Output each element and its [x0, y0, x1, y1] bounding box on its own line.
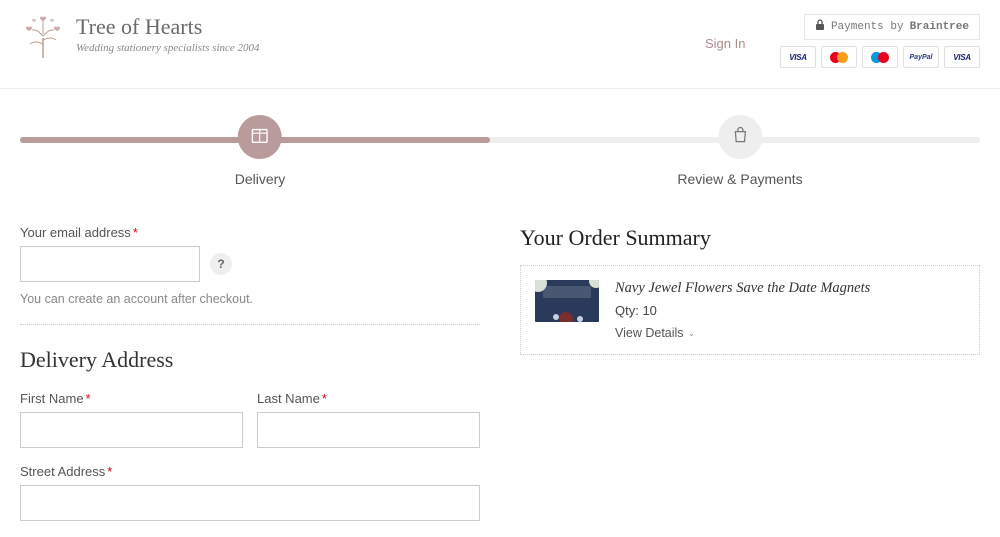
paypal-icon: PayPal: [903, 46, 939, 68]
view-details-toggle[interactable]: View Details ⌄: [615, 326, 870, 340]
email-field-group: Your email address* ? You can create an …: [20, 225, 480, 306]
brand-title: Tree of Hearts: [76, 14, 260, 40]
email-input[interactable]: [20, 246, 200, 282]
step-label: Delivery: [235, 171, 286, 187]
required-mark: *: [107, 464, 112, 479]
checkout-form: Your email address* ? You can create an …: [20, 225, 480, 537]
payment-card-logos: VISA PayPal VISA: [780, 46, 980, 68]
braintree-prefix: Payments by: [831, 21, 904, 33]
mastercard-icon: [821, 46, 857, 68]
last-name-input[interactable]: [257, 412, 480, 448]
logo-icon: [20, 14, 66, 60]
required-mark: *: [322, 391, 327, 406]
main-content: Your email address* ? You can create an …: [0, 197, 1000, 537]
street-address-label: Street Address*: [20, 464, 480, 479]
first-name-input[interactable]: [20, 412, 243, 448]
product-name: Navy Jewel Flowers Save the Date Magnets: [615, 280, 870, 297]
section-divider: [20, 324, 480, 325]
box-icon: [249, 124, 271, 151]
order-summary-title: Your Order Summary: [520, 225, 980, 251]
maestro-icon: [862, 46, 898, 68]
email-label: Your email address*: [20, 225, 480, 240]
checkout-progress: Delivery Review & Payments: [20, 127, 980, 197]
required-mark: *: [86, 391, 91, 406]
braintree-name: Braintree: [910, 21, 969, 33]
sign-in-link[interactable]: Sign In: [705, 36, 745, 51]
payments-by-braintree-badge: Payments by Braintree: [804, 14, 980, 40]
street-address-group: Street Address*: [20, 464, 480, 521]
header-right: Payments by Braintree VISA PayPal VISA: [780, 14, 980, 68]
product-thumbnail: [535, 280, 599, 322]
street-address-input[interactable]: [20, 485, 480, 521]
progress-step-delivery[interactable]: Delivery: [235, 115, 286, 187]
email-help-button[interactable]: ?: [210, 253, 232, 275]
chevron-down-icon: ⌄: [688, 328, 696, 339]
header-divider: [0, 88, 1000, 89]
header: Tree of Hearts Wedding stationery specia…: [0, 0, 1000, 82]
first-name-label: First Name*: [20, 391, 243, 406]
brand-tagline: Wedding stationery specialists since 200…: [76, 42, 260, 54]
first-name-group: First Name*: [20, 391, 243, 448]
visa-debit-icon: VISA: [944, 46, 980, 68]
order-summary: Your Order Summary Navy Jewel Flowers Sa…: [520, 225, 980, 537]
visa-icon: VISA: [780, 46, 816, 68]
product-qty: Qty: 10: [615, 303, 870, 318]
logo-block[interactable]: Tree of Hearts Wedding stationery specia…: [20, 14, 260, 60]
bag-icon: [730, 125, 750, 150]
delivery-address-heading: Delivery Address: [20, 347, 480, 373]
last-name-group: Last Name*: [257, 391, 480, 448]
order-item: Navy Jewel Flowers Save the Date Magnets…: [520, 265, 980, 355]
progress-step-review[interactable]: Review & Payments: [677, 115, 802, 187]
step-label: Review & Payments: [677, 171, 802, 187]
required-mark: *: [133, 225, 138, 240]
email-hint: You can create an account after checkout…: [20, 292, 480, 306]
last-name-label: Last Name*: [257, 391, 480, 406]
lock-icon: [815, 19, 825, 35]
